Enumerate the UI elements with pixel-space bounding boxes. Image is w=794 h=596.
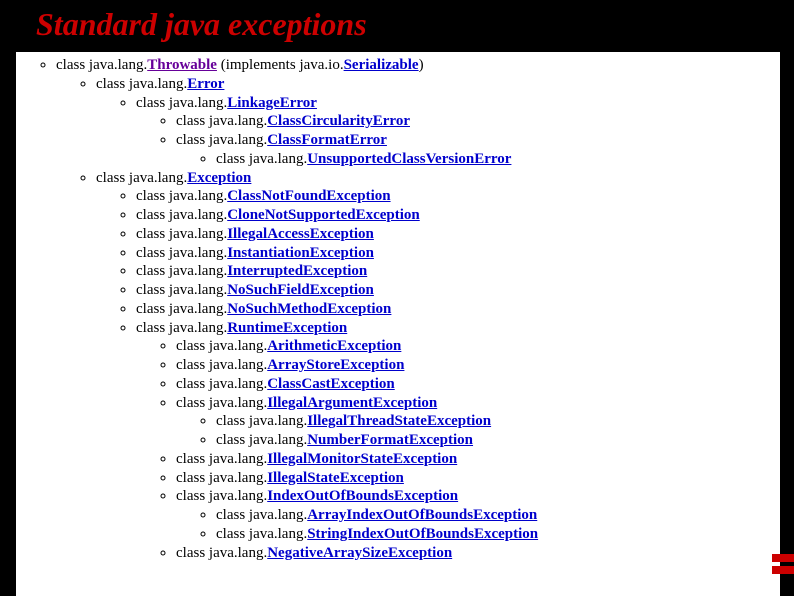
node-instant: class java.lang.InstantiationException (136, 244, 780, 263)
node-illmon: class java.lang.IllegalMonitorStateExcep… (176, 450, 780, 469)
node-linkage: class java.lang.LinkageError class java.… (136, 94, 780, 169)
node-cnf: class java.lang.ClassNotFoundException (136, 187, 780, 206)
class-link-cnf[interactable]: ClassNotFoundException (227, 188, 390, 204)
node-astore: class java.lang.ArrayStoreException (176, 356, 780, 375)
class-link-arith[interactable]: ArithmeticException (267, 338, 401, 354)
class-link-illaccess[interactable]: IllegalAccessException (227, 226, 374, 242)
node-throwable: class java.lang.Throwable (implements ja… (56, 56, 780, 562)
node-ccast: class java.lang.ClassCastException (176, 375, 780, 394)
class-link-clone[interactable]: CloneNotSupportedException (227, 207, 420, 223)
class-link-runtime[interactable]: RuntimeException (227, 320, 347, 336)
node-format: class java.lang.ClassFormatError class j… (176, 131, 780, 169)
node-illaccess: class java.lang.IllegalAccessException (136, 225, 780, 244)
class-link-serializable[interactable]: Serializable (344, 57, 419, 73)
prefix: class java.lang. (56, 57, 147, 73)
node-ioob: class java.lang.IndexOutOfBoundsExceptio… (176, 487, 780, 543)
impl-open: (implements java.io. (217, 57, 344, 73)
node-aioob: class java.lang.ArrayIndexOutOfBoundsExc… (216, 506, 780, 525)
class-link-ithread[interactable]: IllegalThreadStateException (307, 413, 491, 429)
impl-close: ) (419, 57, 424, 73)
node-runtime: class java.lang.RuntimeException class j… (136, 319, 780, 563)
hierarchy-panel: class java.lang.Throwable (implements ja… (16, 52, 780, 596)
class-link-nsf[interactable]: NoSuchFieldException (227, 282, 374, 298)
class-link-ccast[interactable]: ClassCastException (267, 376, 395, 392)
class-link-format[interactable]: ClassFormatError (267, 132, 387, 148)
node-illarg: class java.lang.IllegalArgumentException… (176, 394, 780, 450)
class-link-sioob[interactable]: StringIndexOutOfBoundsException (307, 526, 538, 542)
node-unsupported: class java.lang.UnsupportedClassVersionE… (216, 150, 780, 169)
class-link-nsm[interactable]: NoSuchMethodException (227, 301, 391, 317)
class-link-unsupported[interactable]: UnsupportedClassVersionError (307, 151, 511, 167)
node-nsf: class java.lang.NoSuchFieldException (136, 281, 780, 300)
class-link-ioob[interactable]: IndexOutOfBoundsException (267, 488, 458, 504)
class-link-illarg[interactable]: IllegalArgumentException (267, 395, 437, 411)
class-link-illmon[interactable]: IllegalMonitorStateException (267, 451, 457, 467)
node-error: class java.lang.Error class java.lang.Li… (96, 75, 780, 169)
node-exception: class java.lang.Exception class java.lan… (96, 169, 780, 563)
class-link-nformat[interactable]: NumberFormatException (307, 432, 473, 448)
node-nformat: class java.lang.NumberFormatException (216, 431, 780, 450)
accent-bars (772, 554, 794, 578)
class-link-interrupt[interactable]: InterruptedException (227, 263, 367, 279)
node-arith: class java.lang.ArithmeticException (176, 337, 780, 356)
class-link-astore[interactable]: ArrayStoreException (267, 357, 404, 373)
class-link-illstate[interactable]: IllegalStateException (267, 470, 404, 486)
node-ithread: class java.lang.IllegalThreadStateExcept… (216, 412, 780, 431)
accent-bar (772, 554, 794, 562)
class-link-instant[interactable]: InstantiationException (227, 245, 374, 261)
node-sioob: class java.lang.StringIndexOutOfBoundsEx… (216, 525, 780, 544)
accent-bar (772, 566, 794, 574)
node-negarr: class java.lang.NegativeArraySizeExcepti… (176, 544, 780, 563)
node-interrupt: class java.lang.InterruptedException (136, 262, 780, 281)
node-circularity: class java.lang.ClassCircularityError (176, 112, 780, 131)
class-link-linkage[interactable]: LinkageError (227, 95, 317, 111)
slide-title: Standard java exceptions (0, 0, 794, 49)
class-link-exception[interactable]: Exception (187, 170, 251, 186)
node-illstate: class java.lang.IllegalStateException (176, 469, 780, 488)
class-link-error[interactable]: Error (187, 76, 224, 92)
node-clone: class java.lang.CloneNotSupportedExcepti… (136, 206, 780, 225)
node-nsm: class java.lang.NoSuchMethodException (136, 300, 780, 319)
class-link-negarr[interactable]: NegativeArraySizeException (267, 545, 452, 561)
class-link-circularity[interactable]: ClassCircularityError (267, 113, 410, 129)
class-link-throwable[interactable]: Throwable (147, 57, 217, 73)
class-link-aioob[interactable]: ArrayIndexOutOfBoundsException (307, 507, 537, 523)
slide: Standard java exceptions class java.lang… (0, 0, 794, 596)
